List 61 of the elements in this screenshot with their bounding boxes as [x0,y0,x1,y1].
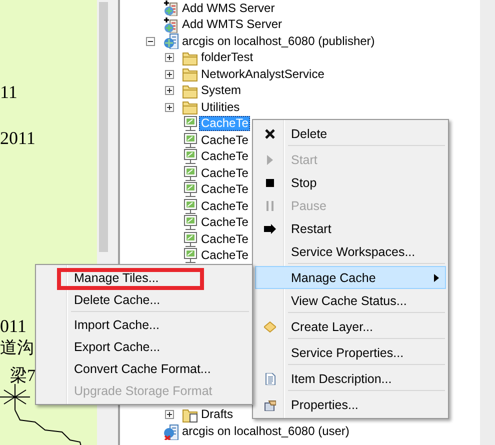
server-add-icon [163,0,179,16]
tree-item[interactable]: System [199,83,244,98]
folder-icon [182,82,198,99]
expand-icon[interactable] [165,70,174,79]
menu-item[interactable]: Import Cache... [38,314,250,336]
restart-icon [264,222,276,234]
pause-icon [264,200,276,212]
tree-item[interactable]: CacheTe [199,215,250,230]
folder-icon [182,99,198,116]
folder-icon [182,50,198,66]
monitor-icon [184,132,197,148]
menu-item[interactable]: Properties... [255,393,446,416]
folder-icon [182,66,198,82]
tree-item[interactable]: Utilities [199,100,242,115]
server-icon [163,424,179,440]
tree-item[interactable]: Add WMS Server [180,0,277,16]
tree-item[interactable]: arcgis on localhost_6080 (publisher) [180,34,377,49]
tree-item[interactable]: CacheTe [199,182,250,198]
server-add-icon [163,16,179,33]
menu-item[interactable]: Export Cache... [38,336,250,358]
menu-item[interactable]: Stop [255,171,446,194]
monitor-icon [184,116,197,132]
map-label: 道沟 [0,338,34,358]
tree-item[interactable]: CacheTe [199,149,250,164]
expand-icon[interactable] [165,86,174,96]
properties-icon [264,398,276,410]
tree-item[interactable]: Drafts [199,407,236,422]
map-label: 梁7 [10,366,36,386]
expand-icon[interactable] [165,53,174,62]
tree-item[interactable]: CacheTe [199,166,250,181]
monitor-icon [184,215,197,230]
monitor-icon [184,166,197,181]
folder-icon [182,406,198,422]
monitor-icon [184,198,197,214]
menu-item[interactable]: Restart [255,217,446,240]
submenu-arrow-icon [434,274,439,282]
monitor-icon [184,232,197,247]
tree-item[interactable]: CacheTe [199,132,250,148]
map-label: 11 [0,82,18,102]
tree-item[interactable]: CacheTe [199,198,250,214]
tree-item[interactable]: arcgis on localhost_6080 (user) [180,424,352,439]
monitor-icon [184,149,197,164]
server-icon [163,33,179,50]
tree-item[interactable]: folderTest [199,50,256,66]
tree-item[interactable]: CacheTe [199,248,250,264]
monitor-icon [184,248,197,264]
menu-item[interactable]: Convert Cache Format... [38,358,250,380]
expand-icon[interactable] [165,410,174,419]
tree-item[interactable]: Add WMTS Server [180,17,284,32]
map-label: 2011 [0,128,36,148]
close-icon [264,128,276,140]
stop-icon [264,176,276,188]
tree-item[interactable]: CacheTe [199,232,250,247]
expand-icon[interactable] [165,102,174,112]
document-icon [264,372,276,384]
map-label: 011 [0,316,26,336]
collapse-icon[interactable] [146,36,155,46]
diamond-icon [264,320,276,332]
tree-item[interactable]: NetworkAnalystService [199,66,326,82]
monitor-icon [184,182,197,198]
menu-item[interactable]: Manage Cache [255,266,446,289]
